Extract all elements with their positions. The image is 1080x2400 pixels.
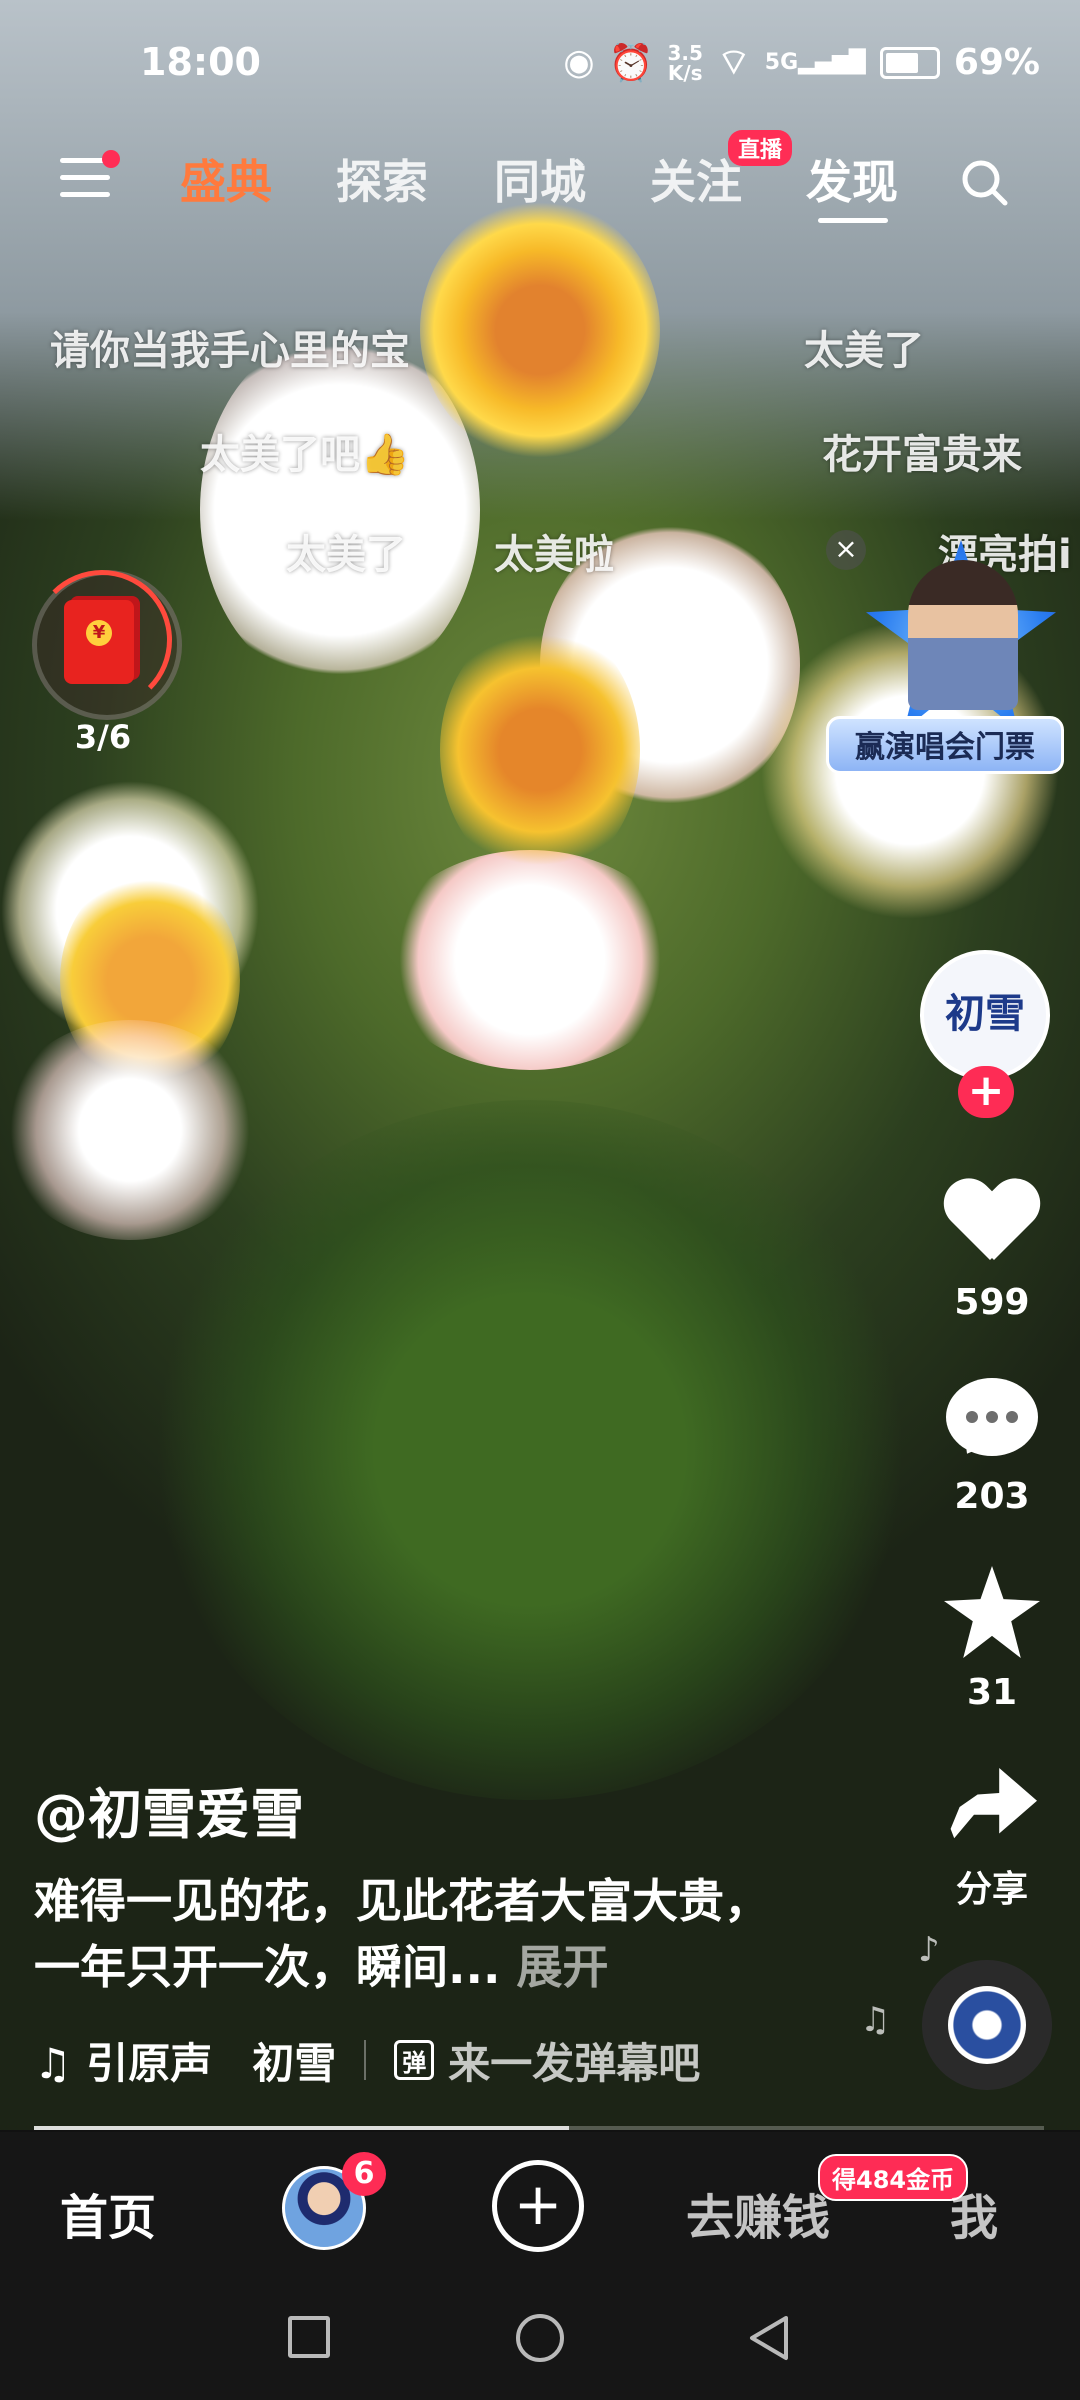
promo-label[interactable]: 赢演唱会门票 <box>826 716 1064 774</box>
follow-button[interactable]: + <box>958 1066 1014 1118</box>
status-icons: ◉ ⏰ 3.5 K/s ⌔ 5G▂▄▆█ 69% <box>563 40 1040 85</box>
active-tab-indicator <box>818 218 888 223</box>
coins-badge: 得484金币 <box>818 2154 969 2201</box>
music-row: ♫ 引原声 初雪 弹 来一发弹幕吧 <box>34 2030 700 2090</box>
system-nav-bar <box>0 2282 1080 2400</box>
danmaku-comment: 太美了吧👍 <box>200 432 410 478</box>
video-progress-bar[interactable] <box>34 2126 1044 2130</box>
tab-discover[interactable]: 发现 <box>806 146 898 212</box>
alarm-icon: ⏰ <box>608 42 654 84</box>
video-description[interactable]: 难得一见的花，见此花者大富大贵，一年只开一次，瞬间... 展开 <box>34 1868 794 2000</box>
heart-icon <box>944 1180 1040 1266</box>
danmaku-comment: 请你当我手心里的宝 <box>50 328 410 374</box>
nav-me[interactable]: 我 <box>950 2178 998 2248</box>
music-note-icon: ♪ <box>918 1930 940 1970</box>
favorite-button[interactable]: 31 <box>912 1566 1072 1713</box>
notification-dot <box>102 150 120 168</box>
music-note-icon: ♫ <box>860 2000 891 2040</box>
author-name[interactable]: @初雪爱雪 <box>34 1770 304 1849</box>
singer-image <box>908 560 1018 710</box>
creator-avatar[interactable]: 初雪 <box>920 950 1050 1080</box>
red-packet-count: 3/6 <box>74 718 132 756</box>
red-packet-widget[interactable]: ¥ 3/6 <box>28 570 182 760</box>
share-button[interactable]: 分享 <box>912 1768 1072 1912</box>
danmaku-comment: 太美了 <box>286 532 406 578</box>
friends-badge: 6 <box>342 2152 386 2196</box>
danmaku-input-prompt[interactable]: 来一发弹幕吧 <box>448 2030 700 2091</box>
nav-home[interactable]: 首页 <box>60 2178 156 2248</box>
top-nav: 盛典 探索 同城 关注 直播 发现 <box>0 130 1080 240</box>
danmaku-icon[interactable]: 弹 <box>394 2040 435 2080</box>
eye-icon: ◉ <box>563 42 595 83</box>
tab-nearby[interactable]: 同城 <box>494 146 586 212</box>
progress-fill <box>34 2126 570 2130</box>
divider <box>364 2040 367 2080</box>
comment-button[interactable]: 203 <box>912 1378 1072 1517</box>
menu-icon[interactable] <box>60 150 120 204</box>
status-time: 18:00 <box>140 40 261 84</box>
close-icon[interactable]: × <box>826 530 866 570</box>
danmaku-comment: 太美啦 <box>494 532 614 578</box>
flower-center <box>440 620 640 880</box>
share-arrow-icon <box>950 1768 1037 1839</box>
back-icon[interactable] <box>746 2314 792 2362</box>
favorite-count: 31 <box>966 1672 1018 1713</box>
foliage <box>150 1100 910 1800</box>
red-envelope-icon: ¥ <box>64 600 134 684</box>
cellular-signal: 5G▂▄▆█ <box>764 50 866 75</box>
concert-ticket-promo[interactable]: × 赢演唱会门票 <box>826 520 1066 790</box>
tab-festival[interactable]: 盛典 <box>180 146 272 212</box>
live-badge: 直播 <box>728 130 793 166</box>
share-label: 分享 <box>955 1869 1028 1910</box>
flower-petal <box>380 850 680 1070</box>
nav-earn[interactable]: 去赚钱 <box>686 2178 830 2248</box>
danmaku-comment: 花开富贵来 <box>822 432 1022 478</box>
comment-icon <box>946 1378 1038 1456</box>
status-bar: 18:00 ◉ ⏰ 3.5 K/s ⌔ 5G▂▄▆█ 69% <box>0 0 1080 130</box>
battery-icon <box>879 46 940 79</box>
network-speed: 3.5 K/s <box>667 40 703 85</box>
music-author[interactable]: 初雪 <box>252 2030 336 2091</box>
comment-count: 203 <box>954 1476 1030 1517</box>
expand-link[interactable]: 展开 <box>516 1940 608 1994</box>
battery-percent: 69% <box>953 42 1040 83</box>
home-icon[interactable] <box>516 2314 564 2362</box>
original-sound-label[interactable]: ♫ 引原声 <box>34 2030 212 2091</box>
description-text: 难得一见的花，见此花者大富大贵，一年只开一次，瞬间... <box>34 1874 770 1994</box>
bottom-nav: 首页 6 + 去赚钱 得484金币 我 <box>0 2132 1080 2282</box>
wifi-icon: ⌔ <box>716 42 751 83</box>
like-button[interactable]: 599 <box>912 1180 1072 1323</box>
star-icon <box>944 1566 1040 1658</box>
search-icon[interactable] <box>960 158 1008 206</box>
flower-petal <box>0 1020 260 1240</box>
like-count: 599 <box>954 1282 1030 1323</box>
music-disc[interactable] <box>922 1960 1052 2090</box>
tab-explore[interactable]: 探索 <box>336 146 428 212</box>
danmaku-comment: 太美了 <box>804 328 924 374</box>
recents-icon[interactable] <box>288 2316 330 2358</box>
create-button[interactable]: + <box>492 2160 584 2252</box>
